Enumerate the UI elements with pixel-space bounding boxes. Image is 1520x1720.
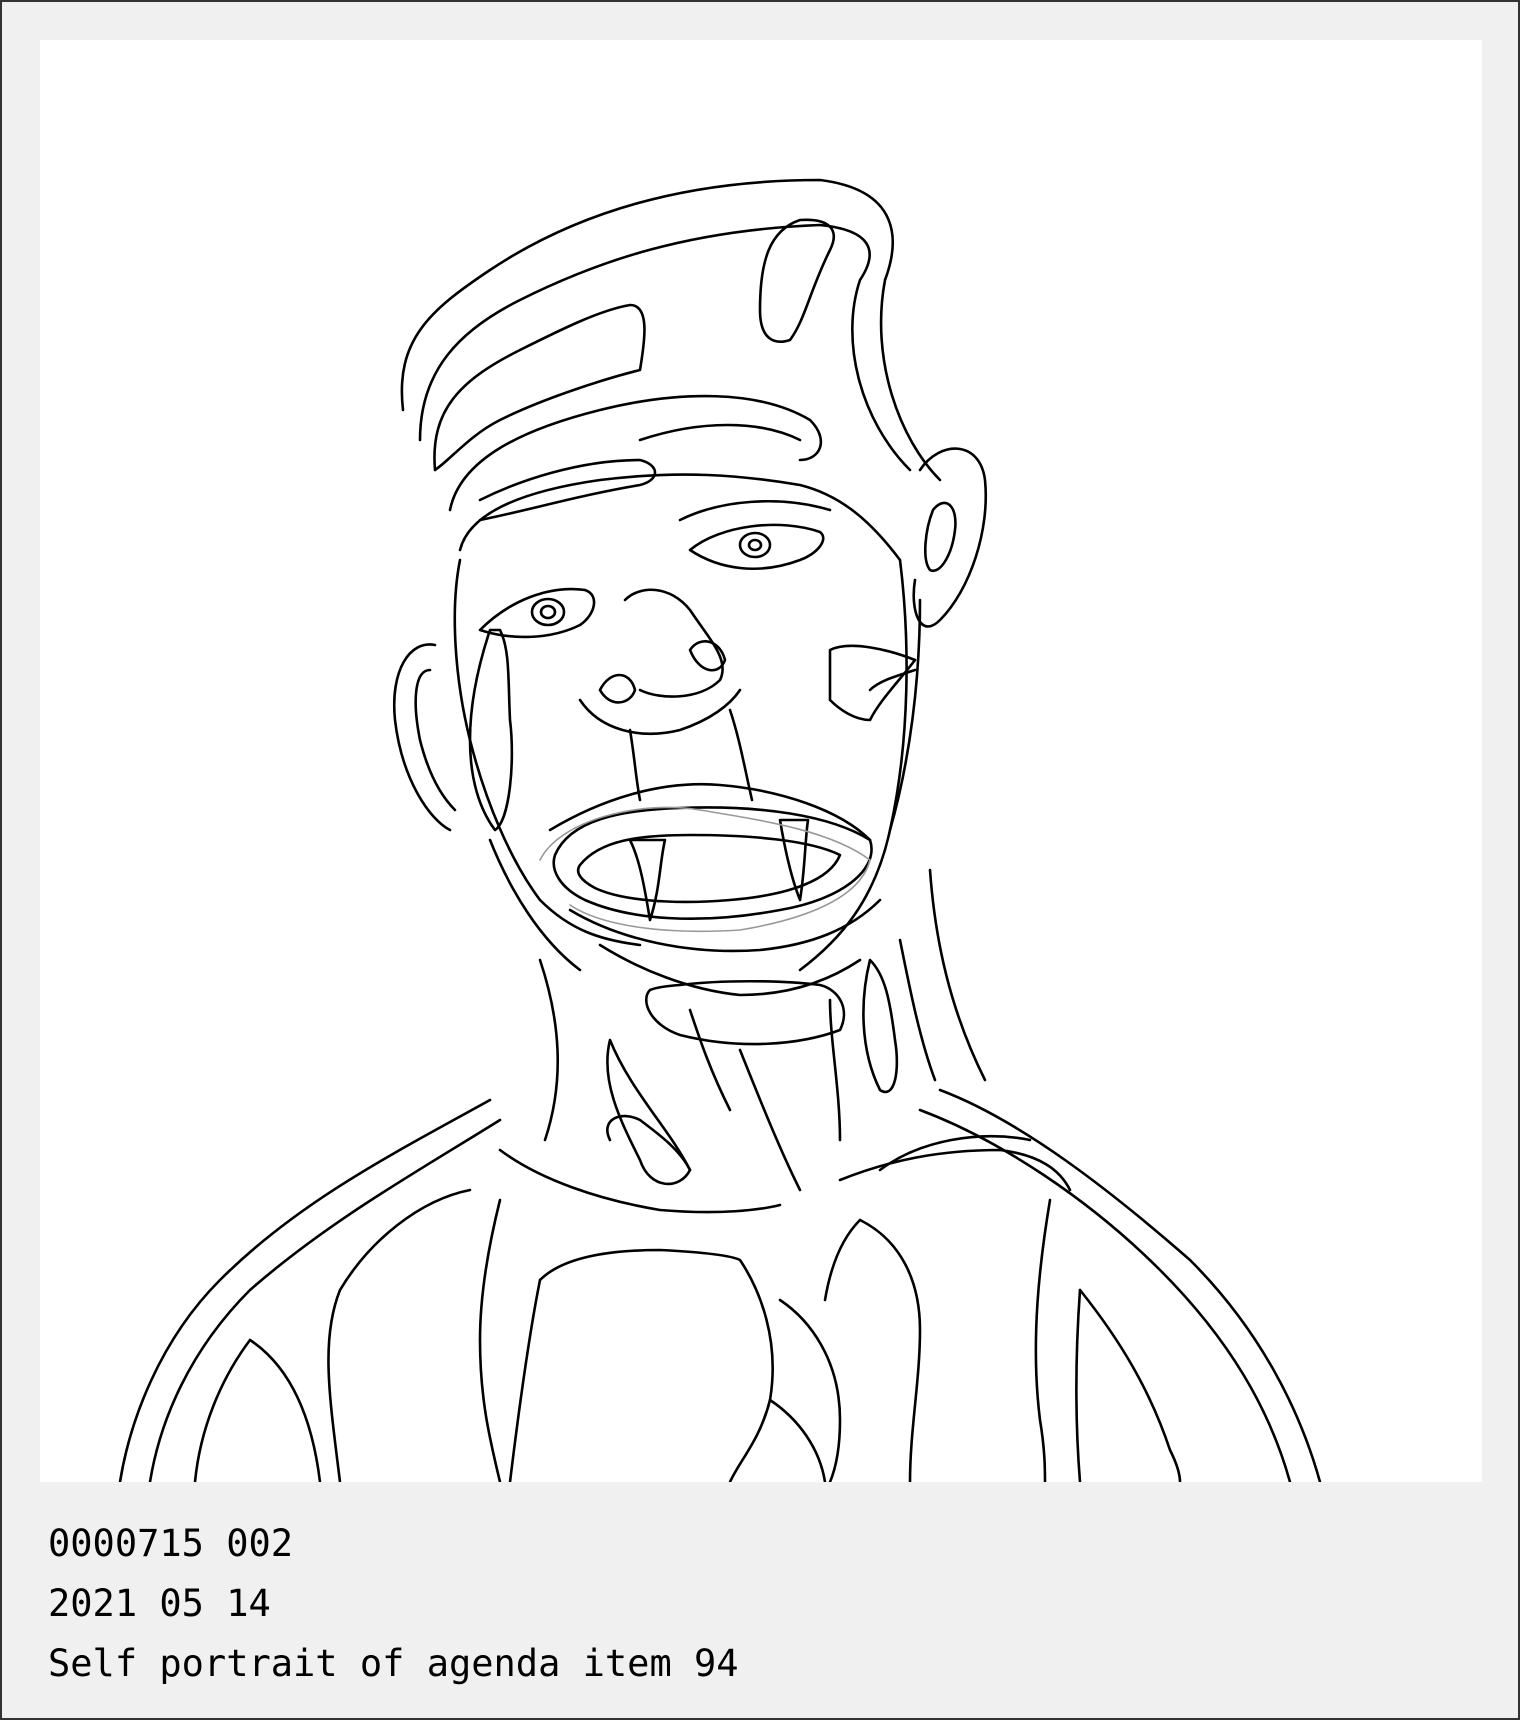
caption-id: 0000715 002 [48, 1522, 294, 1565]
cheekbone-right [828, 644, 917, 722]
fang-left [628, 838, 667, 922]
nose-bridge [623, 588, 724, 698]
eye-left-iris [530, 597, 566, 627]
neck-right [928, 868, 987, 1082]
forehead-band [448, 394, 823, 512]
portrait-drawing-canvas [40, 40, 1482, 1482]
lower-lip [568, 898, 882, 953]
nose-left-nostril [598, 673, 637, 704]
chin-panel [644, 979, 846, 1046]
head-outline-top [400, 178, 942, 482]
eye-left-pupil [539, 604, 557, 620]
forehead-line-2 [638, 423, 802, 442]
neck-strand-3 [688, 1008, 732, 1112]
caption-date: 2021 05 14 [48, 1582, 271, 1625]
chest-panel-left-2 [478, 1198, 502, 1482]
chest-panel-right-2 [1034, 1198, 1052, 1482]
arm-left-mid [193, 1338, 252, 1482]
ear-left-inner [414, 668, 457, 812]
polaroid-frame: 0000715 002 2021 05 14 Self portrait of … [0, 0, 1520, 1720]
mouth-sketch-guide [539, 806, 871, 933]
chest-panel-far-right-2 [1074, 1288, 1082, 1482]
chest-panel-far-right [1078, 1288, 1182, 1482]
neck-tendon-center [738, 1048, 802, 1192]
brow-band [458, 473, 902, 562]
chest-panel-left [327, 1188, 472, 1482]
eye-right-iris [738, 531, 772, 559]
jaw-left [488, 838, 582, 972]
eye-right-upper-fold [678, 499, 832, 522]
chest-panel-center [538, 1248, 774, 1482]
neck-strand [828, 998, 842, 1142]
face-right-contour [798, 558, 908, 972]
hair-panel-left [433, 303, 646, 472]
caption-title: Self portrait of agenda item 94 [48, 1642, 739, 1685]
sternum-line [823, 1218, 862, 1302]
chest-center-curve [778, 1298, 842, 1482]
eye-right-pupil [747, 538, 763, 552]
line-art-portrait [118, 178, 1322, 1482]
neck-tendon-right [862, 958, 899, 1094]
collar-swirl [606, 1114, 692, 1172]
chest-panel-center-left [508, 1278, 542, 1482]
eye-right-lid [688, 523, 825, 570]
nasolabial-left [628, 728, 642, 802]
brow-left [478, 458, 657, 522]
chest-center-dip [768, 1398, 827, 1482]
cheek-left-panel [468, 628, 514, 832]
chest-panel-right [858, 1218, 922, 1482]
neck-strand-2 [898, 938, 937, 1082]
ear-right-outer [912, 447, 988, 628]
neck-tendon-left [606, 1038, 692, 1186]
shoulder-right-inner [918, 1108, 1292, 1482]
neck-left [538, 958, 560, 1142]
shoulder-left-outer [118, 1098, 492, 1482]
ear-right-inner [924, 501, 957, 573]
caption-block: 0000715 002 2021 05 14 Self portrait of … [48, 1514, 739, 1694]
arm-left-inner [248, 1338, 322, 1482]
hair-panel-right [758, 218, 836, 343]
